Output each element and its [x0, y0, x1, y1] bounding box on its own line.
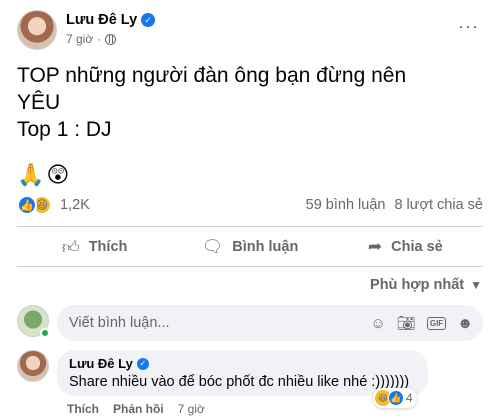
comment-composer: ☺ 📷︎ GIF ☻	[17, 305, 483, 341]
commenter-name[interactable]: Lưu Đê Ly	[69, 356, 133, 371]
share-icon: ➦	[367, 237, 383, 256]
engagement-stats: 59 bình luận 8 lượt chia sẻ	[306, 197, 483, 213]
comment-reply-button[interactable]: Phản hồi	[113, 402, 164, 416]
post-line: YÊU	[17, 91, 61, 114]
comment-time[interactable]: 7 giờ	[178, 402, 205, 416]
sticker-icon[interactable]: ☻	[457, 315, 473, 332]
composer-icons: ☺ 📷︎ GIF ☻	[370, 314, 483, 333]
author-name[interactable]: Lưu Đê Ly	[66, 12, 137, 28]
author-avatar[interactable]	[17, 10, 57, 50]
share-label: Chia sẻ	[391, 239, 443, 255]
sort-label: Phù hợp nhất	[370, 277, 465, 293]
author-name-row: Lưu Đê Ly ✓	[66, 12, 156, 28]
comment-like-button[interactable]: Thích	[67, 402, 99, 416]
globe-icon	[105, 33, 117, 45]
verified-icon: ✓	[141, 13, 156, 27]
like-icon: 👍	[388, 390, 404, 406]
like-icon: 👍︎	[61, 237, 80, 257]
divider	[17, 266, 483, 267]
share-button[interactable]: ➦ Chia sẻ	[328, 228, 483, 266]
comment-actions: Thích Phản hồi 7 giờ	[67, 402, 205, 416]
comment-item: Lưu Đê Ly ✓ Share nhiều vào để bóc phốt …	[17, 350, 483, 416]
camera-icon[interactable]: 📷︎	[397, 314, 416, 332]
emoji-icon[interactable]: ☺	[370, 315, 385, 332]
comment-reaction-count: 4	[406, 391, 413, 405]
post-text: TOP những người đàn ông bạn đừng nên YÊU…	[17, 62, 477, 143]
gif-icon[interactable]: GIF	[426, 316, 447, 330]
post-line: Top 1 : DJ	[17, 118, 112, 141]
comment-text: Share nhiều vào để bóc phốt đc nhiều lik…	[69, 374, 410, 390]
verified-icon: ✓	[136, 357, 149, 370]
like-icon: 👍	[17, 195, 37, 215]
comment-button[interactable]: 🗨︎ Bình luận	[172, 228, 327, 266]
like-button[interactable]: 👍︎ Thích	[17, 228, 172, 266]
post-meta: 7 giờ ·	[66, 32, 117, 46]
comment-bubble: Lưu Đê Ly ✓ Share nhiều vào để bóc phốt …	[57, 350, 428, 396]
online-status-indicator	[40, 328, 50, 338]
more-icon[interactable]: ···	[458, 16, 479, 37]
comment-count[interactable]: 59 bình luận	[306, 197, 386, 213]
commenter-name-row: Lưu Đê Ly ✓	[69, 356, 416, 371]
divider	[17, 226, 483, 227]
comment-label: Bình luận	[232, 239, 299, 255]
share-count[interactable]: 8 lượt chia sẻ	[394, 197, 483, 213]
reactions-bar: 👍 😆 1,2K 59 bình luận 8 lượt chia sẻ	[17, 192, 483, 218]
post-time[interactable]: 7 giờ	[66, 32, 93, 46]
reaction-count[interactable]: 1,2K	[60, 197, 90, 213]
commenter-avatar[interactable]	[17, 350, 49, 382]
comment-input[interactable]	[69, 315, 279, 331]
reaction-icons[interactable]: 👍 😆	[17, 195, 52, 215]
like-label: Thích	[88, 239, 128, 255]
comment-reactions[interactable]: 😆 👍 4	[373, 388, 417, 408]
chevron-down-icon: ▼	[470, 278, 482, 292]
post-emojis: 🙏😲	[17, 162, 72, 187]
comment-input-wrap: ☺ 📷︎ GIF ☻	[57, 305, 483, 341]
post-line: TOP những người đàn ông bạn đừng nên	[17, 64, 407, 87]
post-actions: 👍︎ Thích 🗨︎ Bình luận ➦ Chia sẻ	[17, 228, 483, 266]
comment-icon: 🗨︎	[201, 237, 224, 256]
comment-sort-dropdown[interactable]: Phù hợp nhất ▼	[370, 277, 482, 293]
post-header: Lưu Đê Ly ✓ 7 giờ · ···	[17, 10, 483, 50]
